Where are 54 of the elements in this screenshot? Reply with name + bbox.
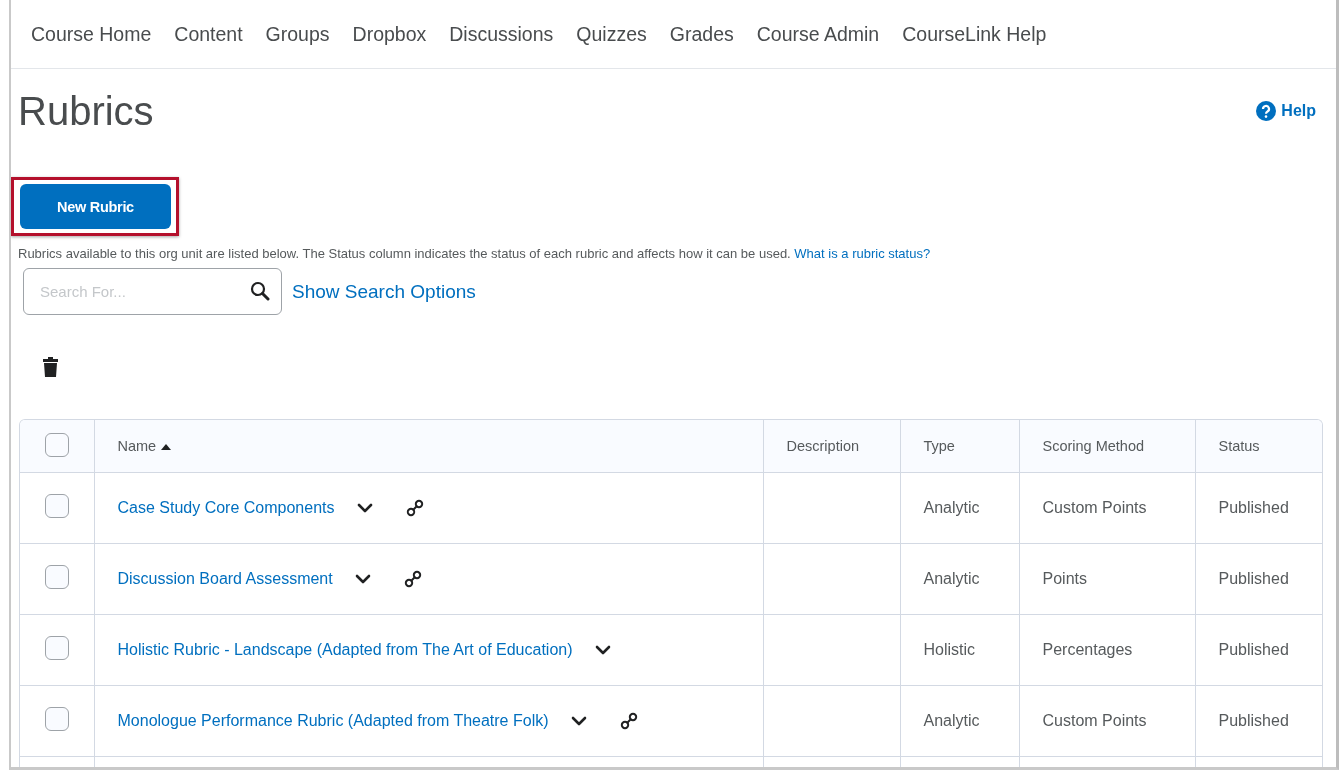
new-rubric-button[interactable]: New Rubric	[20, 184, 171, 229]
nav-link[interactable]: Course Admin	[745, 22, 892, 46]
trash-icon[interactable]	[43, 357, 58, 377]
chevron-down-icon[interactable]	[594, 645, 611, 655]
search-field[interactable]: Search For...	[23, 268, 282, 315]
search-icon[interactable]	[250, 281, 270, 301]
nav-link[interactable]: Dropbox	[341, 22, 439, 46]
nav-link[interactable]: Course Home	[20, 22, 164, 46]
rubric-link[interactable]: Holistic Rubric - Landscape (Adapted from The Art of Education)	[117, 641, 573, 659]
column-header[interactable]: Name	[94, 420, 763, 473]
link-icon[interactable]	[404, 498, 425, 518]
status-text: Published	[1218, 712, 1289, 729]
type-text: Analytic	[923, 712, 980, 729]
chevron-down-icon[interactable]	[354, 574, 371, 584]
rubric-status-link[interactable]: What is a rubric status?	[794, 246, 931, 261]
nav-link[interactable]: Groups	[254, 22, 342, 46]
rubric-link[interactable]: Monologue Performance Rubric (Adapted from Theatre Folk)	[117, 712, 549, 730]
chevron-down-icon[interactable]	[356, 503, 373, 513]
status-text: Published	[1218, 641, 1289, 658]
column-title: Name	[117, 438, 157, 454]
nav-link[interactable]: CourseLink Help	[891, 22, 1059, 46]
column-title: Scoring Method	[1042, 438, 1145, 454]
type-text: Holistic	[923, 641, 976, 658]
rubric-link[interactable]: Discussion Board Assessment	[117, 570, 333, 588]
checkbox[interactable]	[44, 494, 69, 518]
search-options-link[interactable]: Show Search Options	[292, 280, 476, 303]
nav-link[interactable]: Discussions	[438, 22, 566, 46]
help-icon	[1256, 101, 1277, 121]
column-title: Type	[923, 438, 955, 454]
sort-arrow-icon[interactable]	[160, 442, 173, 453]
nav-link[interactable]: Grades	[658, 22, 746, 46]
checkbox[interactable]	[44, 636, 69, 660]
link-icon[interactable]	[402, 569, 423, 589]
help-link[interactable]: Help	[1256, 101, 1316, 121]
type-text: Analytic	[923, 499, 980, 516]
type-text: Analytic	[923, 570, 980, 587]
column-title: Status	[1218, 438, 1260, 454]
intro-text: Rubrics available to this org unit are listed below. The Status column indicates the status of each rubric and affects how it can be used. What is a rubric status?	[18, 246, 932, 261]
scoring-method-text: Percentages	[1042, 641, 1133, 658]
scoring-method-text: Custom Points	[1042, 499, 1147, 516]
checkbox[interactable]	[44, 432, 69, 457]
rubric-link[interactable]: Case Study Core Components	[117, 499, 335, 517]
scoring-method-text: Points	[1042, 570, 1087, 587]
column-title: Description	[786, 438, 860, 454]
checkbox[interactable]	[44, 565, 69, 589]
chevron-down-icon[interactable]	[570, 716, 587, 726]
checkbox[interactable]	[44, 707, 69, 731]
scoring-method-text: Custom Points	[1042, 712, 1147, 729]
nav-link[interactable]: Content	[163, 22, 255, 46]
nav-link[interactable]: Quizzes	[565, 22, 659, 46]
status-text: Published	[1218, 570, 1289, 587]
page-title: Rubrics	[18, 88, 154, 135]
link-icon[interactable]	[618, 711, 639, 731]
status-text: Published	[1218, 499, 1289, 516]
